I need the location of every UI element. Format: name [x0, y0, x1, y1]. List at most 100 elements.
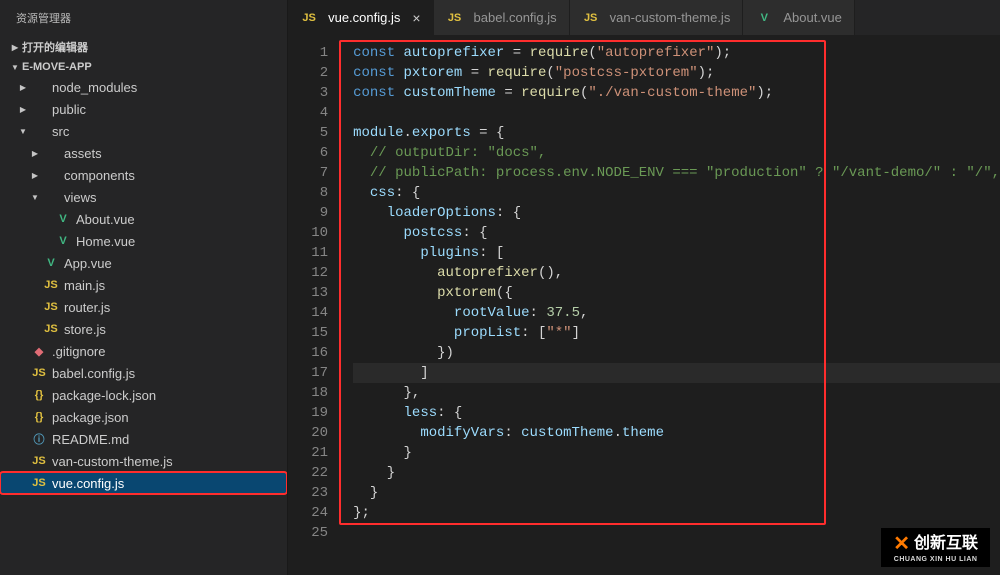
tree-item-store-js[interactable]: JSstore.js [0, 318, 287, 340]
tree-item-readme-md[interactable]: ⓘREADME.md [0, 428, 287, 450]
code-line[interactable]: less: { [353, 403, 1000, 423]
code-line[interactable]: } [353, 443, 1000, 463]
code-line[interactable]: css: { [353, 183, 1000, 203]
sidebar: 资源管理器 打开的编辑器 E-MOVE-APP node_modulespubl… [0, 0, 288, 575]
line-number: 2 [288, 63, 328, 83]
line-number: 18 [288, 383, 328, 403]
json-icon: {} [30, 389, 48, 401]
tree-item-label: main.js [64, 278, 105, 293]
js-icon: JS [30, 477, 48, 489]
tree-item-views[interactable]: views [0, 186, 287, 208]
json-icon: {} [30, 411, 48, 423]
code-line[interactable]: pxtorem({ [353, 283, 1000, 303]
chevron-right-icon [16, 105, 30, 114]
code-line[interactable]: module.exports = { [353, 123, 1000, 143]
watermark-text: 创新互联 [914, 536, 978, 552]
chevron-right-icon [16, 83, 30, 92]
code-line[interactable]: // publicPath: process.env.NODE_ENV === … [353, 163, 1000, 183]
tab-about-vue[interactable]: VAbout.vue [743, 0, 855, 35]
file-tree: node_modulespublic srcassetscomponents vie… [0, 76, 287, 575]
code-line[interactable]: modifyVars: customTheme.theme [353, 423, 1000, 443]
js-icon: JS [42, 301, 60, 313]
line-number: 11 [288, 243, 328, 263]
line-number: 10 [288, 223, 328, 243]
tab-babel-config-js[interactable]: JS babel.config.js [434, 0, 570, 35]
vue-icon: V [54, 235, 72, 247]
line-number: 17 [288, 363, 328, 383]
close-icon[interactable]: × [412, 10, 420, 26]
tree-item--gitignore[interactable]: ◆.gitignore [0, 340, 287, 362]
chevron-down-icon [8, 63, 22, 72]
code-line[interactable]: const autoprefixer = require("autoprefix… [353, 43, 1000, 63]
line-number: 12 [288, 263, 328, 283]
open-editors-section[interactable]: 打开的编辑器 [0, 36, 287, 58]
chevron-right-icon [8, 43, 22, 52]
code-line[interactable]: } [353, 483, 1000, 503]
code-editor[interactable]: 1234567891011121314151617181920212223242… [288, 35, 1000, 575]
line-number: 20 [288, 423, 328, 443]
line-number: 23 [288, 483, 328, 503]
code-line[interactable]: autoprefixer(), [353, 263, 1000, 283]
tree-item-label: App.vue [64, 256, 112, 271]
tab-vue-config-js[interactable]: JS vue.config.js × [288, 0, 433, 35]
tree-item-public[interactable]: public [0, 98, 287, 120]
code-line[interactable]: }) [353, 343, 1000, 363]
code-line[interactable]: ] [353, 363, 1000, 383]
tree-item-components[interactable]: components [0, 164, 287, 186]
tab-label: About.vue [783, 10, 842, 25]
code-line[interactable]: loaderOptions: { [353, 203, 1000, 223]
tree-item-label: public [52, 102, 86, 117]
tree-item-package-json[interactable]: {}package.json [0, 406, 287, 428]
tab-label: babel.config.js [474, 10, 557, 25]
tree-item-label: van-custom-theme.js [52, 454, 173, 469]
tree-item-babel-config-js[interactable]: JSbabel.config.js [0, 362, 287, 384]
tree-item-package-lock-json[interactable]: {}package-lock.json [0, 384, 287, 406]
line-number: 19 [288, 403, 328, 423]
js-icon: JS [300, 12, 318, 24]
code-line[interactable]: }, [353, 383, 1000, 403]
line-number: 6 [288, 143, 328, 163]
tree-item-node-modules[interactable]: node_modules [0, 76, 287, 98]
line-number: 1 [288, 43, 328, 63]
editor-area: JS vue.config.js × JS babel.config.js JSvan-c… [288, 0, 1000, 575]
code-line[interactable]: // outputDir: "docs", [353, 143, 1000, 163]
chevron-down-icon [16, 127, 30, 136]
tab-bar: JS vue.config.js × JS babel.config.js JSvan-c… [288, 0, 1000, 35]
tree-item-src[interactable]: src [0, 120, 287, 142]
code-line[interactable] [353, 103, 1000, 123]
vue-icon: V [42, 257, 60, 269]
tree-item-router-js[interactable]: JS router.js [0, 296, 287, 318]
code-line[interactable]: propList: ["*"] [353, 323, 1000, 343]
js-icon: JS [30, 455, 48, 467]
tab-van-custom-theme-js[interactable]: JSvan-custom-theme.js [570, 0, 744, 35]
code-content[interactable]: const autoprefixer = require("autoprefix… [343, 35, 1000, 575]
js-icon: JS [446, 12, 464, 24]
code-line[interactable]: plugins: [ [353, 243, 1000, 263]
chevron-right-icon [28, 171, 42, 180]
tree-item-label: vue.config.js [52, 476, 124, 491]
line-number: 9 [288, 203, 328, 223]
tree-item-label: views [64, 190, 97, 205]
tree-item-vue-config-js[interactable]: JS vue.config.js [0, 472, 287, 494]
code-line[interactable]: } [353, 463, 1000, 483]
chevron-down-icon [28, 193, 42, 202]
code-line[interactable]: const customTheme = require("./van-custo… [353, 83, 1000, 103]
tree-item-van-custom-theme-js[interactable]: JS van-custom-theme.js [0, 450, 287, 472]
tree-item-main-js[interactable]: JSmain.js [0, 274, 287, 296]
code-line[interactable]: const pxtorem = require("postcss-pxtorem… [353, 63, 1000, 83]
line-number: 15 [288, 323, 328, 343]
section-label: 打开的编辑器 [22, 39, 88, 55]
code-line[interactable]: postcss: { [353, 223, 1000, 243]
project-section[interactable]: E-MOVE-APP [0, 58, 287, 76]
tree-item-about-vue[interactable]: VAbout.vue [0, 208, 287, 230]
tree-item-label: router.js [64, 300, 110, 315]
code-line[interactable]: }; [353, 503, 1000, 523]
line-gutter: 1234567891011121314151617181920212223242… [288, 35, 343, 575]
tree-item-home-vue[interactable]: V Home.vue [0, 230, 287, 252]
tree-item-label: Home.vue [76, 234, 135, 249]
tab-label: vue.config.js [328, 10, 400, 25]
chevron-right-icon [28, 149, 42, 158]
tree-item-app-vue[interactable]: V App.vue [0, 252, 287, 274]
code-line[interactable]: rootValue: 37.5, [353, 303, 1000, 323]
tree-item-assets[interactable]: assets [0, 142, 287, 164]
